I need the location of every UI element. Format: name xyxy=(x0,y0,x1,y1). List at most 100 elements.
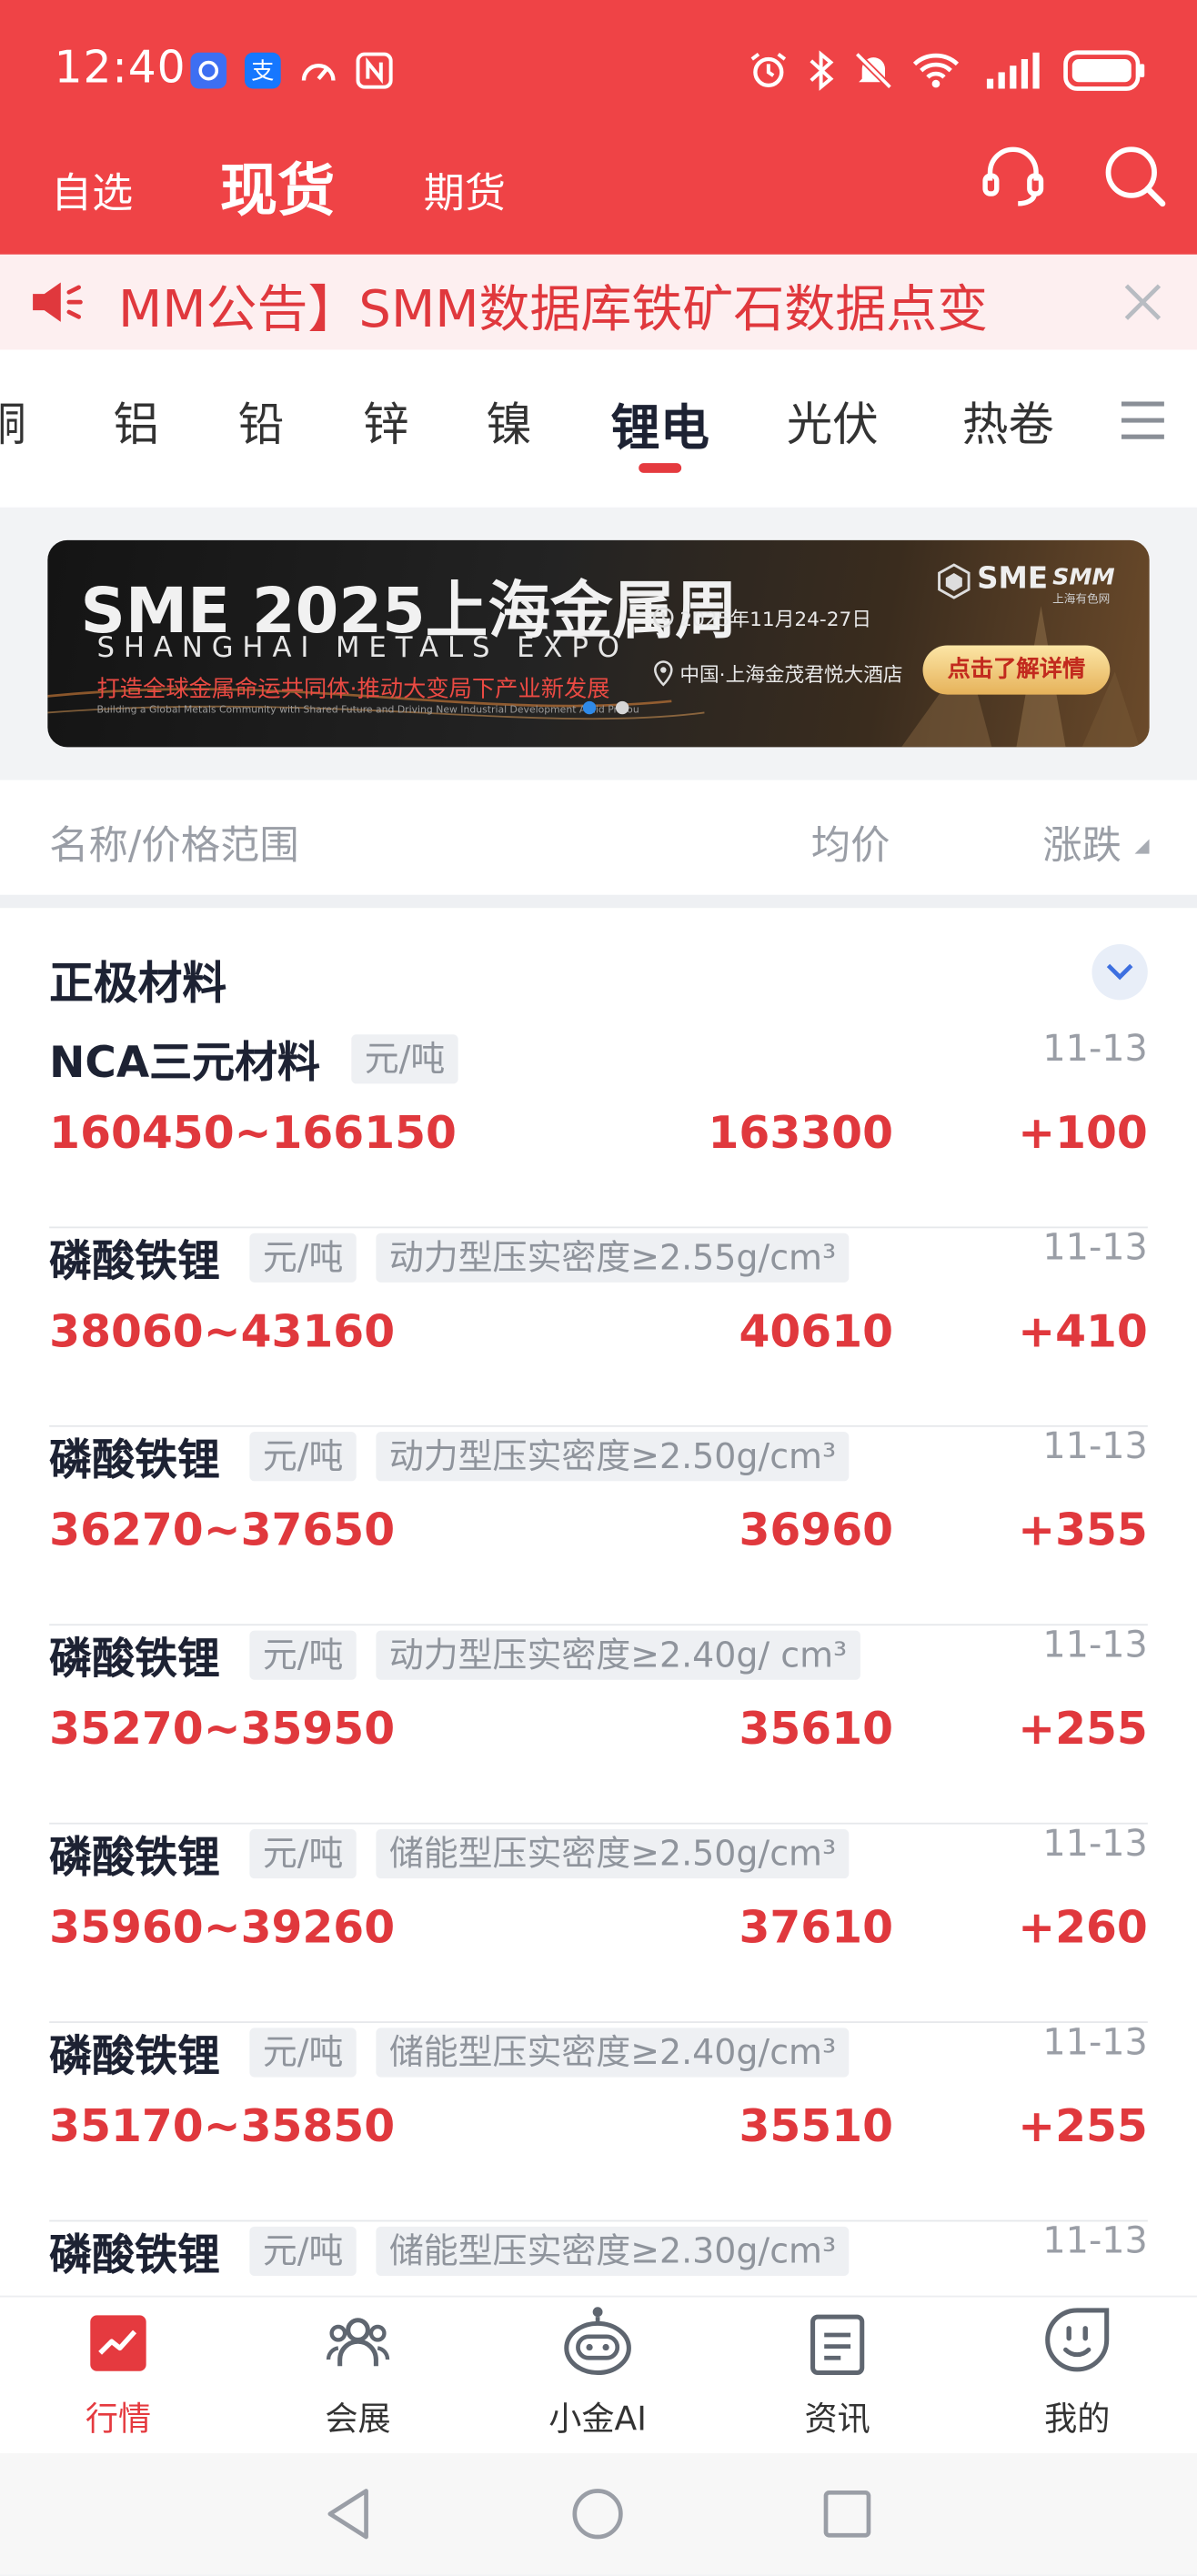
table-row[interactable]: 磷酸铁锂 元/吨 储能型压实密度≥2.40g/cm³ 11-13 35170~3… xyxy=(0,2023,1197,2222)
column-name-range: 名称/价格范围 xyxy=(49,822,299,869)
unit-tag: 元/吨 xyxy=(351,1034,458,1084)
location-pin-icon xyxy=(654,660,673,687)
home-icon[interactable] xyxy=(569,2486,625,2541)
nav-ai[interactable]: 小金AI xyxy=(499,2297,697,2454)
product-name: 磷酸铁锂 xyxy=(49,2231,220,2281)
speaker-icon xyxy=(33,282,83,322)
nav-exhibition[interactable]: 会展 xyxy=(259,2297,457,2454)
banner-brand-sub: 上海有色网 xyxy=(1052,592,1111,607)
robot-icon xyxy=(564,2307,631,2376)
unit-tag: 元/吨 xyxy=(249,1233,357,1283)
spec-tag: 储能型压实密度≥2.50g/cm³ xyxy=(376,1828,850,1879)
average-price: 40610 xyxy=(739,1306,894,1358)
average-price: 35510 xyxy=(739,2101,894,2153)
document-icon xyxy=(810,2314,865,2376)
alarm-icon xyxy=(750,52,787,88)
active-tab-indicator xyxy=(639,463,682,473)
status-time: 12:40 xyxy=(54,42,186,94)
table-row[interactable]: 磷酸铁锂 元/吨 储能型压实密度≥2.50g/cm³ 11-13 35960~3… xyxy=(0,1824,1197,2024)
section-collapse-button[interactable] xyxy=(1091,943,1148,1001)
product-name: 磷酸铁锂 xyxy=(49,1238,220,1288)
menu-icon[interactable] xyxy=(1120,399,1166,442)
price-range: 160450~166150 xyxy=(49,1108,457,1160)
search-icon[interactable] xyxy=(1100,141,1169,210)
table-row[interactable]: 磷酸铁锂 元/吨 储能型压实密度≥2.30g/cm³ 11-13 xyxy=(0,2221,1197,2295)
nav-label: 小金AI xyxy=(548,2399,647,2439)
promo-banner[interactable]: SME 2025上海金属周 SHANGHAI METALS EXPO 打造全球金… xyxy=(47,539,1150,748)
category-aluminum[interactable]: 铝 xyxy=(114,389,160,455)
column-change[interactable]: 涨跌 xyxy=(1042,813,1122,870)
table-row[interactable]: 磷酸铁锂 元/吨 动力型压实密度≥2.55g/cm³ 11-13 38060~4… xyxy=(0,1228,1197,1427)
column-average[interactable]: 均价 xyxy=(811,813,890,870)
market-chart-icon xyxy=(90,2315,146,2371)
category-lithium-battery[interactable]: 锂电 xyxy=(611,387,709,459)
price-change: +255 xyxy=(1018,2101,1148,2153)
status-bar: 12:40 支 xyxy=(0,0,1197,138)
chevron-down-icon xyxy=(1106,963,1133,981)
spec-tag: 动力型压实密度≥2.40g/ cm³ xyxy=(376,1630,860,1680)
price-date: 11-13 xyxy=(1042,1824,1148,1866)
unit-tag: 元/吨 xyxy=(249,2028,357,2078)
tab-favorites[interactable]: 自选 xyxy=(51,161,133,220)
unit-tag: 元/吨 xyxy=(249,1432,357,1482)
nav-market[interactable]: 行情 xyxy=(20,2297,217,2454)
nfc-icon xyxy=(356,52,393,89)
table-row[interactable]: 磷酸铁锂 元/吨 动力型压实密度≥2.40g/ cm³ 11-13 35270~… xyxy=(0,1625,1197,1825)
price-range: 38060~43160 xyxy=(49,1306,396,1358)
table-row[interactable]: 磷酸铁锂 元/吨 动力型压实密度≥2.50g/cm³ 11-13 36270~3… xyxy=(0,1426,1197,1626)
category-nickel[interactable]: 镍 xyxy=(486,389,532,455)
status-right xyxy=(747,43,1147,98)
customer-service-icon[interactable] xyxy=(979,141,1048,210)
mute-bell-icon xyxy=(854,52,892,90)
price-date: 11-13 xyxy=(1042,2023,1148,2065)
category-copper[interactable]: 铜 xyxy=(0,389,26,455)
price-range: 36270~37650 xyxy=(49,1505,396,1557)
carousel-dot-active[interactable] xyxy=(582,700,597,715)
unit-tag: 元/吨 xyxy=(249,1630,357,1680)
signal-icon xyxy=(986,52,1040,89)
tab-futures[interactable]: 期货 xyxy=(424,161,506,220)
table-row[interactable]: NCA三元材料 元/吨 11-13 160450~166150 163300 +… xyxy=(0,1029,1197,1229)
back-icon[interactable] xyxy=(324,2486,373,2541)
category-hot-rolled[interactable]: 热卷 xyxy=(962,389,1054,455)
spec-tag: 动力型压实密度≥2.55g/cm³ xyxy=(376,1233,850,1283)
announcement-bar[interactable]: MM公告】SMM数据库铁矿石数据点变 xyxy=(0,254,1197,350)
unit-tag: 元/吨 xyxy=(249,1828,357,1879)
sort-icon[interactable] xyxy=(1134,839,1150,854)
price-date: 11-13 xyxy=(1042,1228,1148,1270)
price-range: 35270~35950 xyxy=(49,1704,396,1756)
section-divider xyxy=(0,894,1197,909)
banner-cta-button[interactable]: 点击了解详情 xyxy=(922,645,1111,695)
spec-tag: 动力型压实密度≥2.50g/cm³ xyxy=(376,1432,850,1482)
svg-text:支: 支 xyxy=(251,58,274,85)
smiley-profile-icon xyxy=(1045,2308,1110,2372)
speed-icon xyxy=(301,64,336,81)
price-date: 11-13 xyxy=(1042,1426,1148,1468)
nav-profile[interactable]: 我的 xyxy=(979,2297,1176,2454)
nav-label: 行情 xyxy=(85,2399,152,2439)
tab-spot[interactable]: 现货 xyxy=(220,145,335,228)
price-list: 正极材料 NCA三元材料 元/吨 11-13 160450~166150 163… xyxy=(0,908,1197,2296)
announcement-text[interactable]: MM公告】SMM数据库铁矿石数据点变 xyxy=(118,267,1087,341)
close-icon[interactable] xyxy=(1122,281,1164,324)
product-name: NCA三元材料 xyxy=(49,1039,320,1089)
price-date: 11-13 xyxy=(1042,1029,1148,1071)
battery-icon xyxy=(1063,50,1145,91)
category-lead[interactable]: 铅 xyxy=(238,389,285,455)
average-price: 37610 xyxy=(739,1903,894,1955)
nav-news[interactable]: 资讯 xyxy=(739,2297,936,2454)
price-range: 35960~39260 xyxy=(49,1903,396,1955)
category-zinc[interactable]: 锌 xyxy=(363,389,409,455)
category-photovoltaic[interactable]: 光伏 xyxy=(787,389,879,455)
price-change: +100 xyxy=(1018,1108,1148,1160)
category-tabs: 铜 铝 铅 锌 镍 锂电 光伏 热卷 xyxy=(0,349,1197,508)
recent-apps-icon[interactable] xyxy=(821,2488,874,2541)
table-header: 名称/价格范围 均价 涨跌 xyxy=(0,780,1197,895)
banner-brand-mark: SMM xyxy=(1052,564,1115,591)
app-notification-icon xyxy=(190,52,227,89)
carousel-dot[interactable] xyxy=(615,700,629,715)
average-price: 163300 xyxy=(708,1108,894,1160)
average-price: 35610 xyxy=(739,1704,894,1756)
banner-subtitle: SHANGHAI METALS EXPO xyxy=(96,632,629,666)
spec-tag: 储能型压实密度≥2.40g/cm³ xyxy=(376,2028,850,2078)
